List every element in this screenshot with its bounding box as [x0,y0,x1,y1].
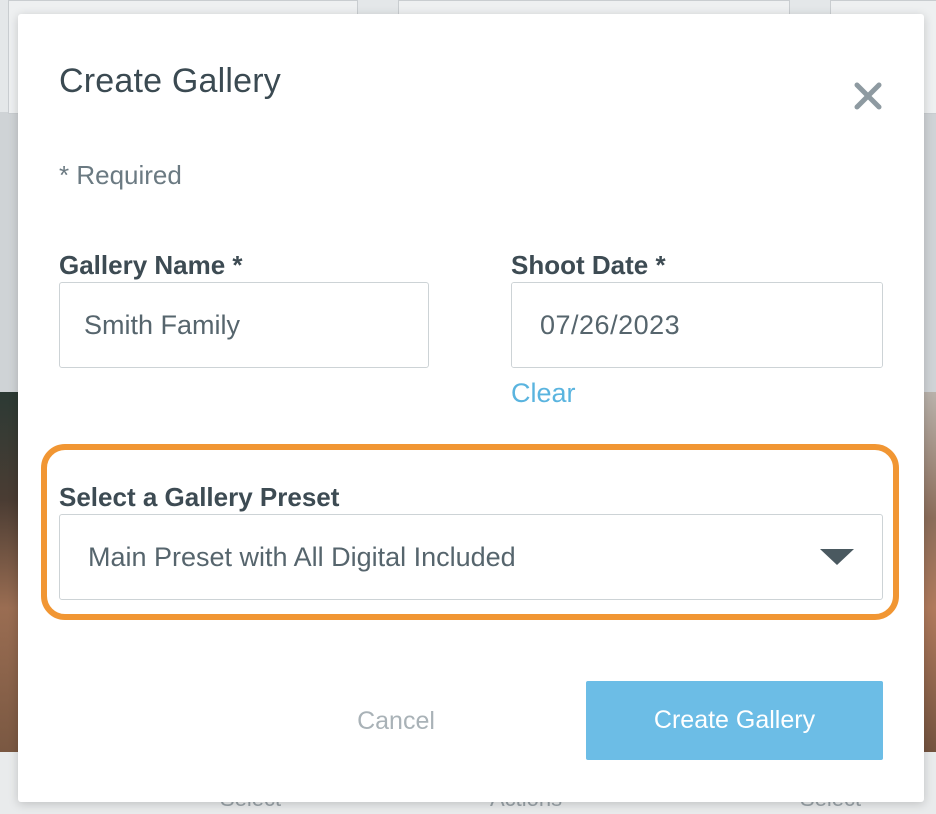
gallery-name-label: Gallery Name * [59,250,243,280]
cancel-button[interactable]: Cancel [318,682,474,760]
gallery-preset-value: Main Preset with All Digital Included [88,541,516,572]
gallery-preset-label: Select a Gallery Preset [59,482,340,512]
dialog-title: Create Gallery [59,62,281,100]
clear-date-link[interactable]: Clear [511,378,576,409]
create-gallery-button[interactable]: Create Gallery [586,681,883,760]
close-button[interactable] [848,76,888,116]
create-gallery-dialog: Create Gallery * Required Gallery Name *… [18,14,924,802]
required-note: * Required [59,160,182,190]
gallery-name-input[interactable] [59,282,429,368]
gallery-preset-select[interactable]: Main Preset with All Digital Included [59,514,883,600]
shoot-date-field [511,282,883,368]
caret-down-icon [820,549,854,565]
shoot-date-input[interactable] [512,283,882,367]
shoot-date-label: Shoot Date * [511,250,666,280]
close-icon [854,82,882,110]
